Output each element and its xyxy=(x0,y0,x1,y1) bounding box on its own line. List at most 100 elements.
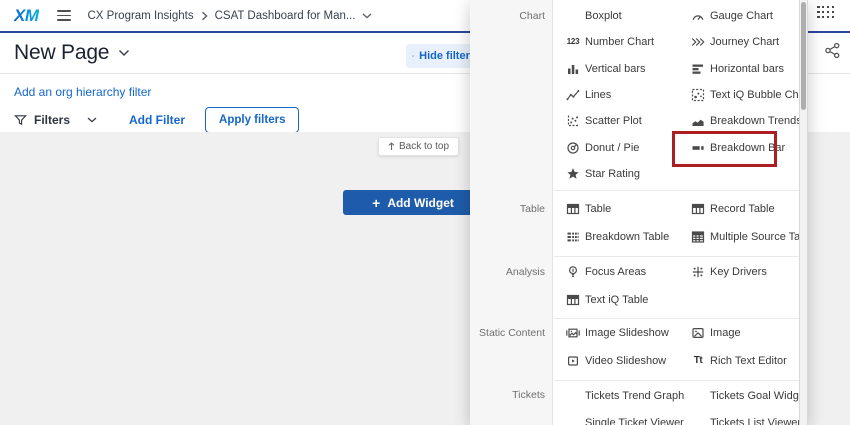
widget-item-label: Multiple Source Table xyxy=(710,231,808,243)
page-title: New Page xyxy=(14,41,109,65)
widget-item-boxplot[interactable]: Boxplot xyxy=(554,3,687,29)
widget-item-label: Journey Chart xyxy=(710,36,779,48)
widget-item-rich-text-editor[interactable]: TtRich Text Editor xyxy=(687,347,800,375)
vertical-bars-icon xyxy=(565,62,581,76)
org-hierarchy-filter-link[interactable]: Add an org hierarchy filter xyxy=(14,85,151,99)
widget-item-label: Image xyxy=(710,327,741,339)
widget-item-label: Scatter Plot xyxy=(585,115,642,127)
image-slideshow-icon xyxy=(565,326,581,340)
widget-item-image[interactable]: Image xyxy=(687,319,800,347)
text-iq-bubble-chart-icon xyxy=(690,88,706,102)
page-title-chevron-icon[interactable] xyxy=(118,49,130,57)
widget-item-single-ticket-viewer[interactable]: Single Ticket Viewer xyxy=(554,409,687,425)
back-to-top-button[interactable]: Back to top xyxy=(378,137,459,156)
funnel-icon xyxy=(14,114,27,127)
app-switcher-icon[interactable] xyxy=(817,6,834,18)
apply-filters-button[interactable]: Apply filters xyxy=(205,107,299,133)
widget-item-text-iq-table[interactable]: Text iQ Table xyxy=(554,286,687,314)
arrow-up-icon xyxy=(388,142,395,151)
hamburger-menu-icon[interactable] xyxy=(57,10,71,21)
section-label-tickets: Tickets xyxy=(470,380,554,425)
gauge-chart-icon xyxy=(690,9,706,23)
filters-dropdown[interactable]: Filters xyxy=(14,113,97,127)
share-icon[interactable] xyxy=(824,42,841,59)
image-icon xyxy=(690,326,706,340)
text-iq-table-icon xyxy=(565,293,581,307)
breakdown-trends-icon xyxy=(690,114,706,128)
widget-item-gauge-chart[interactable]: Gauge Chart xyxy=(687,3,800,29)
section-divider xyxy=(554,256,800,257)
widget-item-label: Horizontal bars xyxy=(710,63,784,75)
section-label-table: Table xyxy=(470,190,554,256)
section-divider xyxy=(554,190,800,191)
widget-menu-panel: ChartBoxplotGauge Chart123Number Chart Jo… xyxy=(470,0,808,425)
widget-item-label: Tickets Goal Widget xyxy=(710,390,808,402)
record-table-icon xyxy=(690,202,706,216)
widget-item-horizontal-bars[interactable]: Horizontal bars xyxy=(687,56,800,82)
widget-item-label: Number Chart xyxy=(585,36,654,48)
section-label-chart: Chart xyxy=(470,0,554,190)
focus-areas-icon xyxy=(565,265,581,279)
widget-item-record-table[interactable]: Record Table xyxy=(687,195,800,223)
widget-item-journey-chart[interactable]: Journey Chart xyxy=(687,29,800,55)
breakdown-table-icon xyxy=(565,230,581,244)
widget-item-table[interactable]: Table xyxy=(554,195,687,223)
widget-item-breakdown-table[interactable]: Breakdown Table xyxy=(554,223,687,251)
star-rating-icon xyxy=(565,167,581,181)
widget-item-number-chart[interactable]: 123Number Chart xyxy=(554,29,687,55)
sliders-icon xyxy=(412,49,414,63)
section-divider xyxy=(554,380,800,381)
horizontal-bars-icon xyxy=(690,62,706,76)
table-icon xyxy=(565,202,581,216)
widget-item-scatter-plot[interactable]: Scatter Plot xyxy=(554,108,687,134)
widget-item-focus-areas[interactable]: Focus Areas xyxy=(554,258,687,286)
widget-item-key-drivers[interactable]: Key Drivers xyxy=(687,258,800,286)
widget-item-label: Image Slideshow xyxy=(585,327,669,339)
breadcrumb-dashboard[interactable]: CSAT Dashboard for Man... xyxy=(215,10,356,22)
video-slideshow-icon xyxy=(565,354,581,368)
widget-item-tickets-trend-graph[interactable]: Tickets Trend Graph xyxy=(554,382,687,409)
chevron-right-icon xyxy=(201,11,208,21)
widget-item-label: Tickets List Viewer xyxy=(710,417,801,425)
key-drivers-icon xyxy=(690,265,706,279)
breadcrumb: CX Program Insights CSAT Dashboard for M… xyxy=(88,10,373,22)
widget-item-multiple-source-table[interactable]: Multiple Source Table xyxy=(687,223,800,251)
widget-item-label: Rich Text Editor xyxy=(710,355,787,367)
widget-item-label: Text iQ Bubble Chart xyxy=(710,89,808,101)
chevron-down-icon[interactable] xyxy=(362,13,372,19)
widget-item-label: Text iQ Table xyxy=(585,294,648,306)
add-filter-button[interactable]: Add Filter xyxy=(123,112,191,128)
widget-item-label: Breakdown Table xyxy=(585,231,669,243)
widget-item-label: Video Slideshow xyxy=(585,355,666,367)
widget-item-tickets-goal-widget[interactable]: Tickets Goal Widget xyxy=(687,382,800,409)
widget-item-label: Single Ticket Viewer xyxy=(585,417,684,425)
widget-item-label: Table xyxy=(585,203,611,215)
multiple-source-table-icon xyxy=(690,230,706,244)
widget-item-label: Record Table xyxy=(710,203,775,215)
app-screen: XM CX Program Insights CSAT Dashboard fo… xyxy=(0,0,850,425)
widget-item-star-rating[interactable]: Star Rating xyxy=(554,161,687,187)
widget-item-vertical-bars[interactable]: Vertical bars xyxy=(554,56,687,82)
widget-item-video-slideshow[interactable]: Video Slideshow xyxy=(554,347,687,375)
section-label-static-content: Static Content xyxy=(470,318,554,380)
breakdown-bar-highlight-box xyxy=(672,131,777,167)
widget-item-image-slideshow[interactable]: Image Slideshow xyxy=(554,319,687,347)
xm-logo[interactable]: XM xyxy=(14,6,39,26)
panel-scrollbar[interactable] xyxy=(799,0,808,425)
widget-item-label: Star Rating xyxy=(585,168,640,180)
widget-item-label: Vertical bars xyxy=(585,63,646,75)
hide-filters-label: Hide filters xyxy=(419,50,476,62)
filters-label: Filters xyxy=(34,113,70,127)
panel-scrollbar-thumb[interactable] xyxy=(801,2,806,110)
widget-item-lines[interactable]: Lines xyxy=(554,82,687,108)
add-widget-button[interactable]: + Add Widget xyxy=(343,190,483,215)
widget-item-label: Donut / Pie xyxy=(585,142,639,154)
filters-chevron-icon xyxy=(87,117,97,123)
widget-item-tickets-list-viewer[interactable]: Tickets List Viewer xyxy=(687,409,800,425)
section-divider xyxy=(554,318,800,319)
breadcrumb-program[interactable]: CX Program Insights xyxy=(88,10,194,22)
widget-item-text-iq-bubble-chart[interactable]: Text iQ Bubble Chart xyxy=(687,82,800,108)
widget-item-label: Breakdown Trends xyxy=(710,115,802,127)
widget-item-label: Focus Areas xyxy=(585,266,646,278)
widget-item-donut-pie[interactable]: Donut / Pie xyxy=(554,134,687,160)
